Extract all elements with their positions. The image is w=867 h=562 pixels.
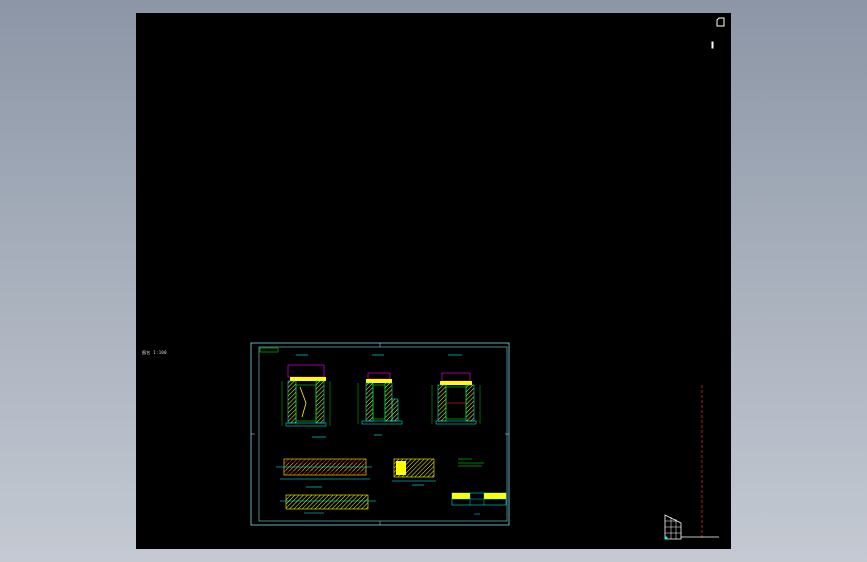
section-view-3[interactable] xyxy=(431,354,481,425)
detail-view[interactable] xyxy=(392,458,436,486)
side-label: 图名 1:100 xyxy=(142,350,167,355)
ucs-icon xyxy=(664,514,719,540)
plan-view-upper[interactable] xyxy=(276,458,372,488)
section-view-1[interactable] xyxy=(281,354,331,438)
cad-drawing xyxy=(250,342,719,540)
title-block[interactable] xyxy=(451,492,507,515)
notes-block[interactable] xyxy=(458,458,484,467)
plan-view-lower[interactable] xyxy=(280,494,376,514)
drawing-viewport[interactable]: 图名 1:100 xyxy=(136,13,731,549)
section-view-2[interactable] xyxy=(357,354,403,436)
